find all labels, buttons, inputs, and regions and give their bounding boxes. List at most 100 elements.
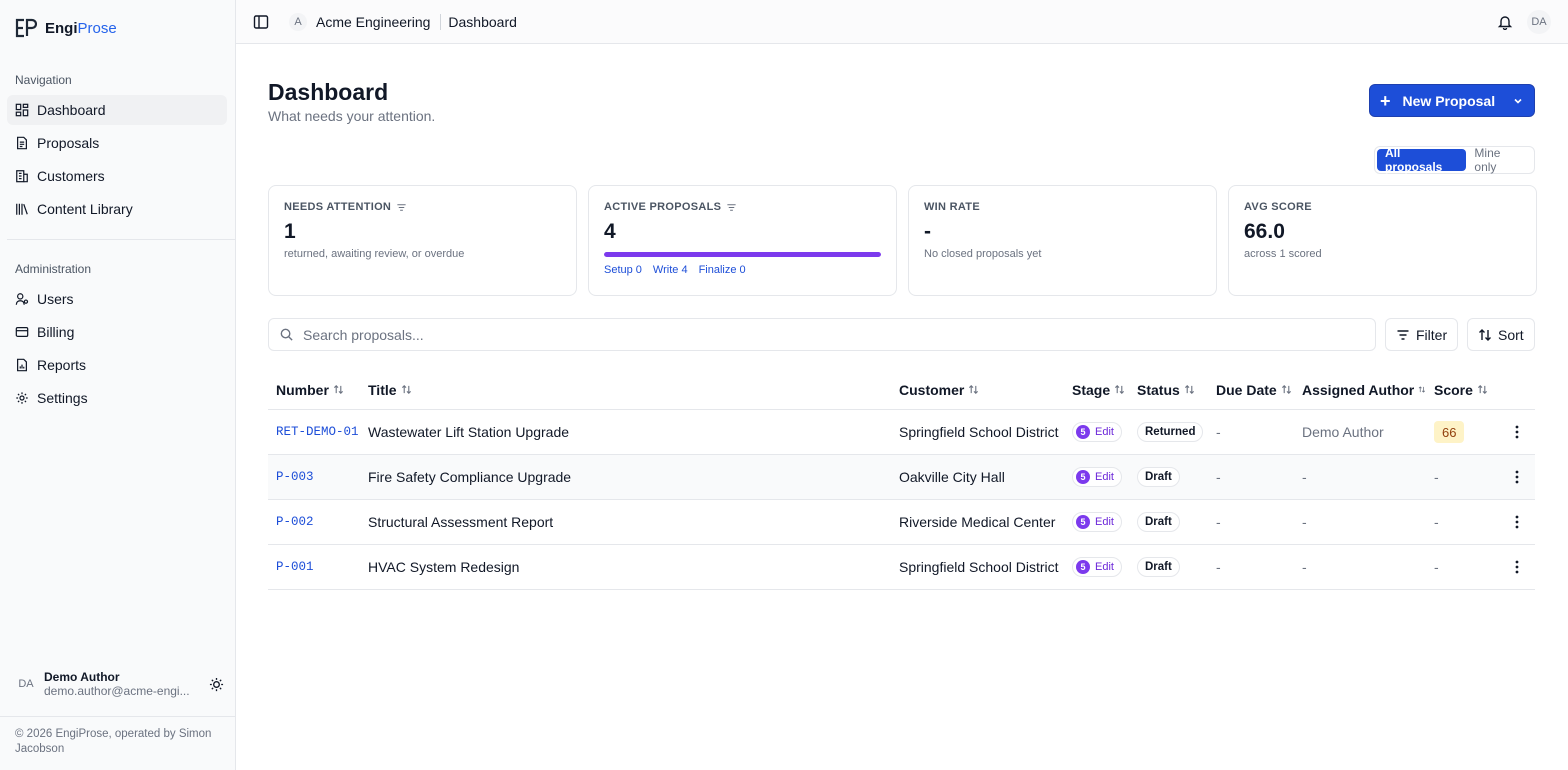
cell-due-date: - (1216, 424, 1221, 440)
cell-title: HVAC System Redesign (368, 559, 520, 575)
navigation-list: Dashboard Proposals Customers Content Li… (7, 95, 227, 227)
header-stage[interactable]: Stage (1064, 382, 1129, 398)
administration-section-label: Administration (15, 262, 92, 276)
stage-badge[interactable]: 5 Edit (1072, 557, 1122, 577)
mine-only-toggle[interactable]: Mine only (1466, 146, 1532, 174)
sidebar-item-users[interactable]: Users (7, 284, 227, 314)
table-row[interactable]: P-001 HVAC System Redesign Springfield S… (268, 545, 1535, 590)
cell-author: Demo Author (1302, 424, 1384, 440)
plus-icon: + (1380, 90, 1391, 111)
filter-button[interactable]: Filter (1385, 318, 1459, 351)
status-badge: Draft (1137, 512, 1180, 532)
proposal-number-link[interactable]: P-001 (276, 560, 314, 574)
header-customer[interactable]: Customer (891, 382, 1064, 398)
cell-score: - (1434, 514, 1439, 530)
stat-value: - (924, 220, 931, 243)
stage-write-link[interactable]: Write 4 (653, 264, 688, 276)
sidebar-item-dashboard[interactable]: Dashboard (7, 95, 227, 125)
sidebar-item-label: Content Library (37, 201, 133, 217)
sidebar-item-customers[interactable]: Customers (7, 161, 227, 191)
stage-badge[interactable]: 5 Edit (1072, 422, 1122, 442)
stat-desc: returned, awaiting review, or overdue (284, 248, 465, 260)
cell-number: P-002 (268, 515, 360, 529)
breadcrumb-separator (440, 13, 442, 30)
topbar: A Acme Engineering Dashboard DA (236, 0, 1568, 44)
sort-button[interactable]: Sort (1467, 318, 1535, 351)
header-status[interactable]: Status (1129, 382, 1208, 398)
app-root: EngiProse Navigation Dashboard Proposals… (0, 0, 1568, 770)
sort-icon (1477, 385, 1487, 394)
header-score[interactable]: Score (1426, 382, 1498, 398)
main-content: A Acme Engineering Dashboard DA Dashboar… (236, 0, 1568, 770)
search-icon (280, 328, 293, 341)
cell-score: - (1434, 559, 1439, 575)
sidebar-item-label: Customers (37, 168, 105, 184)
row-menu-button[interactable] (1507, 422, 1527, 442)
sidebar-toggle-icon[interactable] (253, 14, 269, 30)
status-badge: Returned (1137, 422, 1204, 442)
brand-name: EngiProse (45, 19, 117, 37)
header-assigned-author[interactable]: Assigned Author (1294, 382, 1426, 398)
more-vertical-icon (1515, 425, 1518, 439)
cell-stage: 5 Edit (1064, 512, 1129, 532)
sidebar-item-reports[interactable]: Reports (7, 350, 227, 380)
stat-value: 1 (284, 220, 296, 243)
proposal-number-link[interactable]: P-003 (276, 470, 314, 484)
sidebar-item-settings[interactable]: Settings (7, 383, 227, 413)
search-input[interactable] (303, 326, 1365, 343)
cell-status: Returned (1129, 422, 1208, 442)
cell-score: - (1434, 469, 1439, 485)
row-menu-button[interactable] (1507, 467, 1527, 487)
table-row[interactable]: P-002 Structural Assessment Report River… (268, 500, 1535, 545)
active-proposals-card[interactable]: Active Proposals 4 Setup 0 Write 4 Final… (588, 185, 897, 296)
topbar-actions: DA (1497, 9, 1551, 34)
stage-finalize-link[interactable]: Finalize 0 (699, 264, 746, 276)
new-proposal-label: New Proposal (1402, 92, 1496, 109)
org-name-breadcrumb[interactable]: Acme Engineering (316, 14, 430, 30)
header-due-date[interactable]: Due Date (1208, 382, 1294, 398)
sidebar-item-content-library[interactable]: Content Library (7, 194, 227, 224)
table-row[interactable]: RET-DEMO-01 Wastewater Lift Station Upgr… (268, 410, 1535, 455)
table-row[interactable]: P-003 Fire Safety Compliance Upgrade Oak… (268, 455, 1535, 500)
stage-badge[interactable]: 5 Edit (1072, 467, 1122, 487)
sidebar-item-billing[interactable]: Billing (7, 317, 227, 347)
all-proposals-toggle[interactable]: All proposals (1377, 146, 1467, 174)
sidebar-divider (7, 239, 235, 240)
sort-icon (1184, 385, 1194, 394)
cell-status: Draft (1129, 557, 1208, 577)
cell-number: P-001 (268, 560, 360, 574)
cell-number: P-003 (268, 470, 360, 484)
bell-icon[interactable] (1497, 14, 1513, 30)
navigation-section-label: Navigation (15, 73, 72, 87)
library-icon (16, 203, 28, 215)
sidebar-item-proposals[interactable]: Proposals (7, 128, 227, 158)
stage-counts: Setup 0 Write 4 Finalize 0 (604, 264, 881, 276)
needs-attention-card[interactable]: Needs Attention 1 returned, awaiting rev… (268, 185, 577, 296)
cell-score: 66 (1426, 421, 1498, 443)
header-title[interactable]: Title (360, 382, 891, 398)
theme-toggle-button[interactable] (207, 675, 225, 693)
cell-actions (1498, 422, 1535, 442)
stage-setup-link[interactable]: Setup 0 (604, 264, 642, 276)
row-menu-button[interactable] (1507, 557, 1527, 577)
header-number[interactable]: Number (268, 382, 360, 398)
chevron-down-icon[interactable] (1512, 95, 1524, 107)
card-icon (15, 327, 29, 337)
stat-label: Needs Attention (284, 201, 561, 213)
row-menu-button[interactable] (1507, 512, 1527, 532)
proposal-number-link[interactable]: RET-DEMO-01 (276, 425, 359, 439)
cell-title: Structural Assessment Report (368, 514, 554, 530)
new-proposal-button[interactable]: + New Proposal (1369, 84, 1535, 117)
proposal-number-link[interactable]: P-002 (276, 515, 314, 529)
sort-arrows-icon (1479, 328, 1491, 341)
sidebar-item-label: Settings (37, 390, 88, 406)
win-rate-card: Win Rate - No closed proposals yet (908, 185, 1217, 296)
stat-value: 66.0 (1244, 220, 1285, 243)
stage-badge[interactable]: 5 Edit (1072, 512, 1122, 532)
stat-desc: across 1 scored (1244, 248, 1322, 260)
user-box[interactable]: DA Demo Author demo.author@acme-engi... (15, 670, 225, 698)
brand[interactable]: EngiProse (15, 18, 117, 38)
sidebar-item-label: Billing (37, 324, 75, 340)
search-bar (268, 318, 1376, 351)
user-avatar-button[interactable]: DA (1527, 9, 1551, 34)
